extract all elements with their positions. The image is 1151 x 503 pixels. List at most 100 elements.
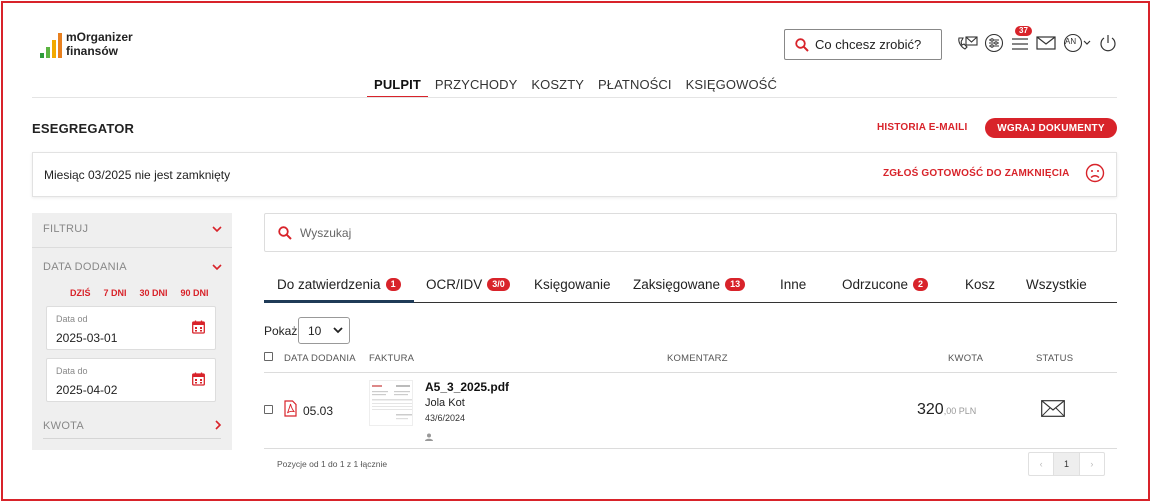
pagination: ‹ 1 › <box>1028 452 1105 476</box>
sidebar-divider <box>43 438 221 439</box>
user-menu[interactable]: AN <box>1061 32 1093 54</box>
pagination-next-button[interactable]: › <box>1080 453 1104 475</box>
page-size-select[interactable]: 10 <box>298 317 350 344</box>
column-header-status[interactable]: STATUS <box>1036 353 1073 364</box>
tab-badge: 2 <box>913 278 929 291</box>
page-size-label: Pokaż <box>264 324 298 338</box>
logo-text: mOrganizer finansów <box>66 30 133 58</box>
table-row-divider <box>264 448 1117 449</box>
range-today[interactable]: DZIŚ <box>70 288 91 298</box>
date-to-field[interactable]: Data do 2025-04-02 <box>46 358 216 402</box>
user-icon <box>425 430 433 444</box>
page-size-value: 10 <box>308 323 322 338</box>
chevron-down-icon[interactable] <box>212 226 222 233</box>
search-icon <box>795 37 809 52</box>
invoice-file-name[interactable]: A5_3_2025.pdf <box>425 380 509 394</box>
tab-odrzucone[interactable]: Odrzucone 2 <box>842 277 929 292</box>
document-tabs: Do zatwierdzenia 1 OCR/IDV 3/0 Księgowan… <box>264 272 1117 303</box>
contact-phone-mail-icon[interactable] <box>957 32 979 54</box>
column-header-amount[interactable]: KWOTA <box>948 353 983 364</box>
nav-item-przychody[interactable]: PRZYCHODY <box>428 77 525 98</box>
sidebar-divider <box>32 247 232 248</box>
document-search-placeholder: Wyszukaj <box>300 225 352 240</box>
tab-do-zatwierdzenia[interactable]: Do zatwierdzenia 1 <box>277 277 401 292</box>
column-header-comment[interactable]: KOMENTARZ <box>667 353 728 364</box>
date-from-field[interactable]: Data od 2025-03-01 <box>46 306 216 350</box>
chevron-down-icon <box>1083 40 1091 45</box>
global-search-input[interactable]: Co chcesz zrobić? <box>784 29 942 60</box>
filter-sidebar: FILTRUJ DATA DODANIA DZIŚ 7 DNI 30 DNI 9… <box>32 213 232 450</box>
nav-item-platnosci[interactable]: PŁATNOŚCI <box>591 77 679 98</box>
amount-main: 320 <box>917 401 944 418</box>
tab-badge: 1 <box>385 278 401 291</box>
pagination-prev-button[interactable]: ‹ <box>1029 453 1055 475</box>
nav-divider <box>32 97 1117 98</box>
range-7-days[interactable]: 7 DNI <box>104 288 127 298</box>
table-header-divider <box>264 372 1117 373</box>
logo-bars-icon <box>40 30 62 58</box>
search-icon <box>278 225 292 240</box>
pagination-info: Pozycje od 1 do 1 z 1 łącznie <box>277 459 388 469</box>
upload-documents-button[interactable]: WGRAJ DOKUMENTY <box>985 118 1117 138</box>
tab-label: Kosz <box>965 277 996 292</box>
notifications-badge: 37 <box>1015 26 1032 36</box>
nav-item-pulpit[interactable]: PULPIT <box>367 77 428 98</box>
row-checkbox[interactable] <box>264 405 273 414</box>
document-thumbnail[interactable] <box>369 380 413 426</box>
global-search-placeholder: Co chcesz zrobić? <box>815 37 922 52</box>
date-to-label: Data do <box>56 366 88 376</box>
tab-label: OCR/IDV <box>426 277 483 292</box>
select-all-checkbox[interactable] <box>264 352 273 361</box>
amount-filter-header[interactable]: KWOTA <box>43 420 84 432</box>
date-from-value: 2025-03-01 <box>56 331 118 345</box>
tab-label: Do zatwierdzenia <box>277 277 381 292</box>
page-title: ESEGREGATOR <box>32 121 135 136</box>
mail-icon[interactable] <box>1035 32 1057 54</box>
tab-kosz[interactable]: Kosz <box>965 277 995 292</box>
chevron-right-icon[interactable] <box>215 420 222 430</box>
chevron-down-icon[interactable] <box>212 264 222 271</box>
amount-decimals-currency: ,00 PLN <box>943 406 977 416</box>
tab-zaksiegowane[interactable]: Zaksięgowane 13 <box>633 277 746 292</box>
pdf-file-icon <box>284 400 297 420</box>
date-added-header[interactable]: DATA DODANIA <box>43 261 127 273</box>
calendar-icon[interactable] <box>192 372 205 386</box>
invoice-contractor: Jola Kot <box>425 397 465 409</box>
envelope-icon[interactable] <box>1041 400 1065 420</box>
quick-date-ranges: DZIŚ 7 DNI 30 DNI 90 DNI <box>70 288 209 298</box>
column-header-date[interactable]: DATA DODANIA <box>284 353 356 364</box>
nav-item-koszty[interactable]: KOSZTY <box>524 77 591 98</box>
row-amount: 320,00 PLN <box>917 401 976 419</box>
date-from-label: Data od <box>56 314 88 324</box>
power-icon[interactable] <box>1097 32 1119 54</box>
calendar-icon[interactable] <box>192 320 205 334</box>
active-tab-indicator <box>264 300 414 303</box>
report-readiness-link[interactable]: ZGŁOŚ GOTOWOŚĆ DO ZAMKNIĘCIA <box>883 168 1070 179</box>
tab-wszystkie[interactable]: Wszystkie <box>1026 277 1087 292</box>
tab-ocr-idv[interactable]: OCR/IDV 3/0 <box>426 277 510 292</box>
sad-face-icon <box>1085 163 1105 186</box>
tasks-list-icon[interactable]: 37 <box>1009 26 1032 54</box>
filter-header[interactable]: FILTRUJ <box>43 223 88 235</box>
column-header-invoice[interactable]: FAKTURA <box>369 353 414 364</box>
settings-sliders-icon[interactable] <box>983 32 1005 54</box>
logo-line1: mOrganizer <box>66 30 133 44</box>
range-30-days[interactable]: 30 DNI <box>140 288 168 298</box>
range-90-days[interactable]: 90 DNI <box>181 288 209 298</box>
email-history-link[interactable]: HISTORIA E-MAILI <box>877 122 967 133</box>
tab-badge: 13 <box>725 278 746 291</box>
nav-item-ksiegowosc[interactable]: KSIĘGOWOŚĆ <box>679 77 784 98</box>
tab-badge: 3/0 <box>487 278 510 291</box>
logo-line2: finansów <box>66 44 119 58</box>
tab-label: Inne <box>780 277 807 292</box>
tab-ksiegowanie[interactable]: Księgowanie <box>534 277 611 292</box>
tab-inne[interactable]: Inne <box>780 277 806 292</box>
invoice-number: 43/6/2024 <box>425 413 466 423</box>
header-icons: 37 AN <box>957 26 1119 54</box>
chevron-down-icon <box>333 327 343 334</box>
pagination-page-1[interactable]: 1 <box>1054 453 1080 475</box>
document-search-input[interactable]: Wyszukaj <box>264 213 1117 252</box>
tab-label: Księgowanie <box>534 277 611 292</box>
row-date: 05.03 <box>303 404 334 418</box>
app-logo[interactable]: mOrganizer finansów <box>40 30 133 58</box>
